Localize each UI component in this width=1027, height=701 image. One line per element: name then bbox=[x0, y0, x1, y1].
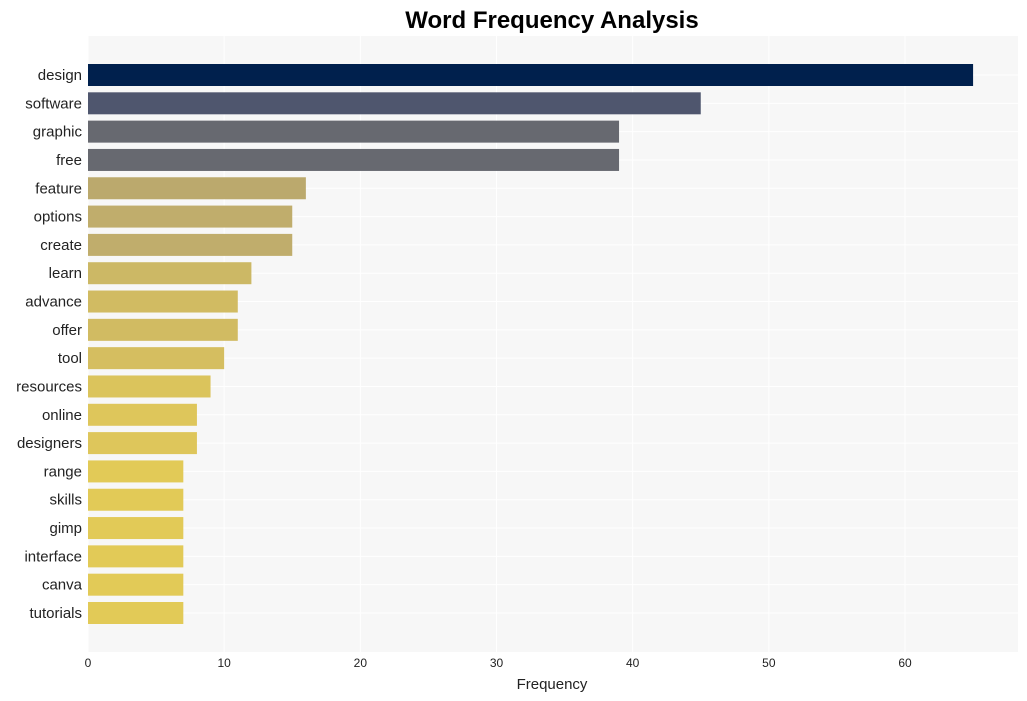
x-axis-ticks: 0 10 20 30 40 50 60 bbox=[85, 656, 912, 670]
x-tick-label: 50 bbox=[762, 656, 776, 670]
bar-graphic bbox=[88, 120, 620, 143]
y-label-gimp: gimp bbox=[49, 520, 82, 537]
y-label-graphic: graphic bbox=[33, 124, 83, 141]
bar-advance bbox=[88, 290, 238, 313]
y-label-create: create bbox=[40, 237, 82, 254]
y-label-design: design bbox=[38, 67, 82, 84]
bar-skills bbox=[88, 488, 184, 511]
bar-range bbox=[88, 460, 184, 483]
x-tick-label: 10 bbox=[217, 656, 231, 670]
bar-resources bbox=[88, 375, 211, 398]
bar-offer bbox=[88, 318, 238, 341]
word-frequency-chart: design software graphic free feature options c… bbox=[16, 7, 1018, 693]
y-label-resources: resources bbox=[16, 378, 82, 395]
bar-interface bbox=[88, 545, 184, 568]
bar-free bbox=[88, 148, 620, 171]
bar-canva bbox=[88, 573, 184, 596]
y-label-options: options bbox=[34, 209, 82, 226]
x-axis-label: Frequency bbox=[517, 676, 588, 693]
chart-title: Word Frequency Analysis bbox=[405, 7, 698, 34]
y-label-tool: tool bbox=[58, 350, 82, 367]
y-axis-labels: design software graphic free feature options c… bbox=[16, 67, 83, 622]
y-label-free: free bbox=[56, 152, 82, 169]
bar-tutorials bbox=[88, 602, 184, 624]
bar-designers bbox=[88, 432, 197, 455]
bar-feature bbox=[88, 177, 306, 200]
y-label-canva: canva bbox=[42, 577, 83, 594]
bar-online bbox=[88, 403, 197, 426]
y-label-online: online bbox=[42, 407, 82, 424]
bar-learn bbox=[88, 262, 252, 285]
x-tick-label: 0 bbox=[85, 656, 92, 670]
y-label-skills: skills bbox=[50, 492, 83, 509]
y-label-range: range bbox=[44, 463, 82, 480]
bar-options bbox=[88, 205, 293, 228]
x-tick-label: 30 bbox=[490, 656, 504, 670]
y-label-feature: feature bbox=[35, 180, 82, 197]
x-tick-label: 20 bbox=[354, 656, 368, 670]
y-label-designers: designers bbox=[17, 435, 82, 452]
bar-create bbox=[88, 233, 293, 256]
y-label-advance: advance bbox=[25, 294, 82, 311]
bar-design bbox=[88, 64, 974, 86]
y-label-tutorials: tutorials bbox=[29, 605, 82, 622]
x-tick-label: 40 bbox=[626, 656, 640, 670]
y-label-offer: offer bbox=[52, 322, 82, 339]
bar-software bbox=[88, 92, 701, 115]
y-label-learn: learn bbox=[49, 265, 82, 282]
y-label-software: software bbox=[25, 95, 82, 112]
bar-gimp bbox=[88, 517, 184, 540]
bar-tool bbox=[88, 347, 225, 370]
y-label-interface: interface bbox=[24, 548, 82, 565]
x-tick-label: 60 bbox=[898, 656, 912, 670]
